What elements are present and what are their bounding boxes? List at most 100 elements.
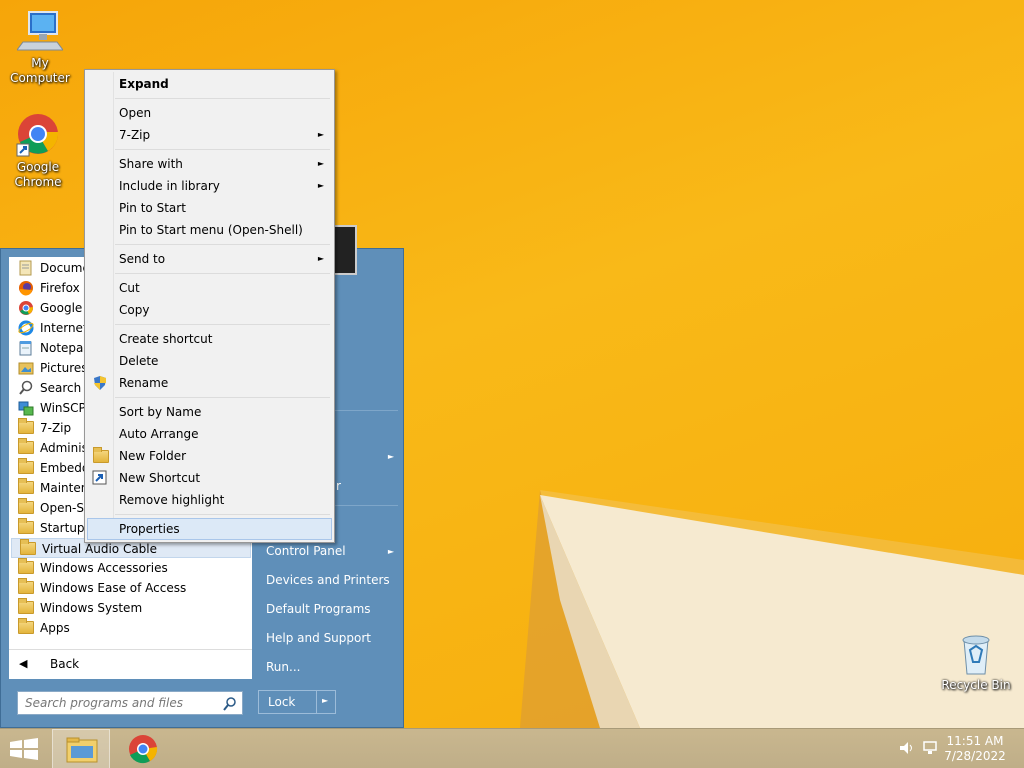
file-explorer-icon — [66, 737, 98, 763]
menu-item-label: Expand — [119, 77, 169, 91]
program-label: Pictures — [40, 361, 88, 375]
desktop-icon-label: Recycle Bin — [941, 678, 1011, 692]
submenu-arrow-icon: ► — [317, 254, 324, 263]
menu-item-label: Copy — [119, 303, 150, 317]
menu-item-open[interactable]: Open — [87, 102, 332, 124]
menu-separator — [115, 273, 330, 274]
submenu-arrow-icon: ► — [387, 547, 394, 556]
menu-item-create-shortcut[interactable]: Create shortcut — [87, 328, 332, 350]
desktop-icon-recycle-bin[interactable]: Recycle Bin — [936, 632, 1016, 693]
submenu-arrow-icon: ► — [317, 159, 324, 168]
menu-separator — [115, 244, 330, 245]
list-item[interactable]: Windows Accessories — [10, 558, 251, 578]
back-label: Back — [50, 657, 80, 671]
user-picture[interactable] — [333, 225, 357, 275]
menu-item-label: Properties — [119, 522, 180, 536]
menu-item-cut[interactable]: Cut — [87, 277, 332, 299]
devices-printers-label: Devices and Printers — [266, 573, 390, 587]
volume-icon[interactable] — [898, 740, 914, 759]
menu-item-pin-to-start-menu[interactable]: Pin to Start menu (Open-Shell) — [87, 219, 332, 241]
menu-item-new-shortcut[interactable]: New Shortcut — [87, 467, 332, 489]
run-label: Run... — [266, 660, 301, 674]
program-label: Apps — [40, 621, 70, 635]
program-label: Search — [40, 381, 82, 395]
menu-item-delete[interactable]: Delete — [87, 350, 332, 372]
submenu-arrow-icon: ► — [317, 130, 324, 139]
search-icon — [18, 380, 34, 396]
default-programs-label: Default Programs — [266, 602, 371, 616]
lock-button[interactable]: Lock ► — [258, 690, 336, 714]
program-label: Windows Ease of Access — [40, 581, 187, 595]
apps-folder-icon — [18, 618, 34, 634]
lock-label: Lock — [268, 695, 296, 709]
devices-printers-item[interactable]: Devices and Printers — [266, 573, 390, 587]
menu-item-new-folder[interactable]: New Folder — [87, 445, 332, 467]
divider — [316, 691, 317, 713]
menu-item-label: Auto Arrange — [119, 427, 199, 441]
submenu-arrow-icon: ► — [387, 452, 394, 461]
menu-item-send-to[interactable]: Send to ► — [87, 248, 332, 270]
back-button[interactable]: ◀ Back — [9, 649, 252, 679]
notepad-icon — [18, 340, 34, 356]
start-button[interactable] — [0, 729, 48, 768]
folder-icon — [18, 598, 34, 614]
desktop-icon-my-computer[interactable]: My Computer — [0, 8, 80, 86]
menu-item-copy[interactable]: Copy — [87, 299, 332, 321]
clock-date: 7/28/2022 — [944, 749, 1006, 763]
list-item[interactable]: Apps — [10, 618, 251, 638]
menu-item-label: Pin to Start — [119, 201, 186, 215]
folder-icon — [93, 447, 109, 463]
menu-item-label: Remove highlight — [119, 493, 225, 507]
program-label: Firefox — [40, 281, 80, 295]
help-support-item[interactable]: Help and Support — [266, 631, 371, 645]
clock-time: 11:51 AM — [946, 734, 1004, 748]
lock-options-arrow-icon[interactable]: ► — [322, 696, 328, 705]
menu-item-rename[interactable]: Rename — [87, 372, 332, 394]
run-item[interactable]: Run... — [266, 660, 300, 674]
menu-item-expand[interactable]: Expand — [87, 73, 332, 95]
menu-item-pin-to-start[interactable]: Pin to Start — [87, 197, 332, 219]
desktop-icon-google-chrome[interactable]: Google Chrome — [0, 112, 76, 190]
back-arrow-icon: ◀ — [19, 657, 28, 670]
shield-icon — [92, 375, 108, 391]
taskbar-file-explorer[interactable] — [52, 729, 110, 768]
menu-item-remove-highlight[interactable]: Remove highlight — [87, 489, 332, 511]
search-input[interactable]: Search programs and files — [17, 691, 243, 715]
pictures-icon — [18, 360, 34, 376]
menu-item-properties[interactable]: Properties — [87, 518, 332, 540]
folder-icon — [18, 478, 34, 494]
chrome-icon — [18, 300, 34, 316]
menu-separator — [115, 514, 330, 515]
computer-icon — [16, 8, 64, 54]
program-label: WinSCP — [40, 401, 86, 415]
folder-icon — [18, 558, 34, 574]
menu-item-label: Sort by Name — [119, 405, 202, 419]
menu-item-share-with[interactable]: Share with ► — [87, 153, 332, 175]
default-programs-item[interactable]: Default Programs — [266, 602, 371, 616]
menu-item-sort-by-name[interactable]: Sort by Name — [87, 401, 332, 423]
taskbar-chrome[interactable] — [114, 729, 172, 768]
menu-item-auto-arrange[interactable]: Auto Arrange — [87, 423, 332, 445]
shortcut-icon — [92, 470, 108, 486]
control-panel-item[interactable]: Control Panel — [266, 544, 346, 558]
menu-item-include-in-library[interactable]: Include in library ► — [87, 175, 332, 197]
search-placeholder: Search programs and files — [25, 696, 183, 710]
clock[interactable]: 11:51 AM 7/28/2022 — [944, 734, 1006, 764]
search-icon — [223, 696, 237, 718]
chrome-icon — [15, 112, 61, 158]
menu-item-label: 7-Zip — [119, 128, 151, 142]
desktop-icon-label: My Computer — [10, 56, 70, 85]
recycle-bin-icon — [956, 632, 996, 676]
list-item[interactable]: Windows System — [10, 598, 251, 618]
network-icon[interactable] — [922, 740, 938, 759]
menu-item-7zip[interactable]: 7-Zip ► — [87, 124, 332, 146]
menu-item-label: Delete — [119, 354, 159, 368]
winscp-icon — [18, 400, 34, 416]
folder-icon — [18, 578, 34, 594]
list-item[interactable]: Windows Ease of Access — [10, 578, 251, 598]
menu-separator — [115, 149, 330, 150]
windows-logo-icon — [10, 738, 38, 760]
menu-item-label: Send to — [119, 252, 166, 266]
obscured-item-text: r — [336, 479, 341, 493]
desktop-icon-label: Google Chrome — [14, 160, 62, 189]
